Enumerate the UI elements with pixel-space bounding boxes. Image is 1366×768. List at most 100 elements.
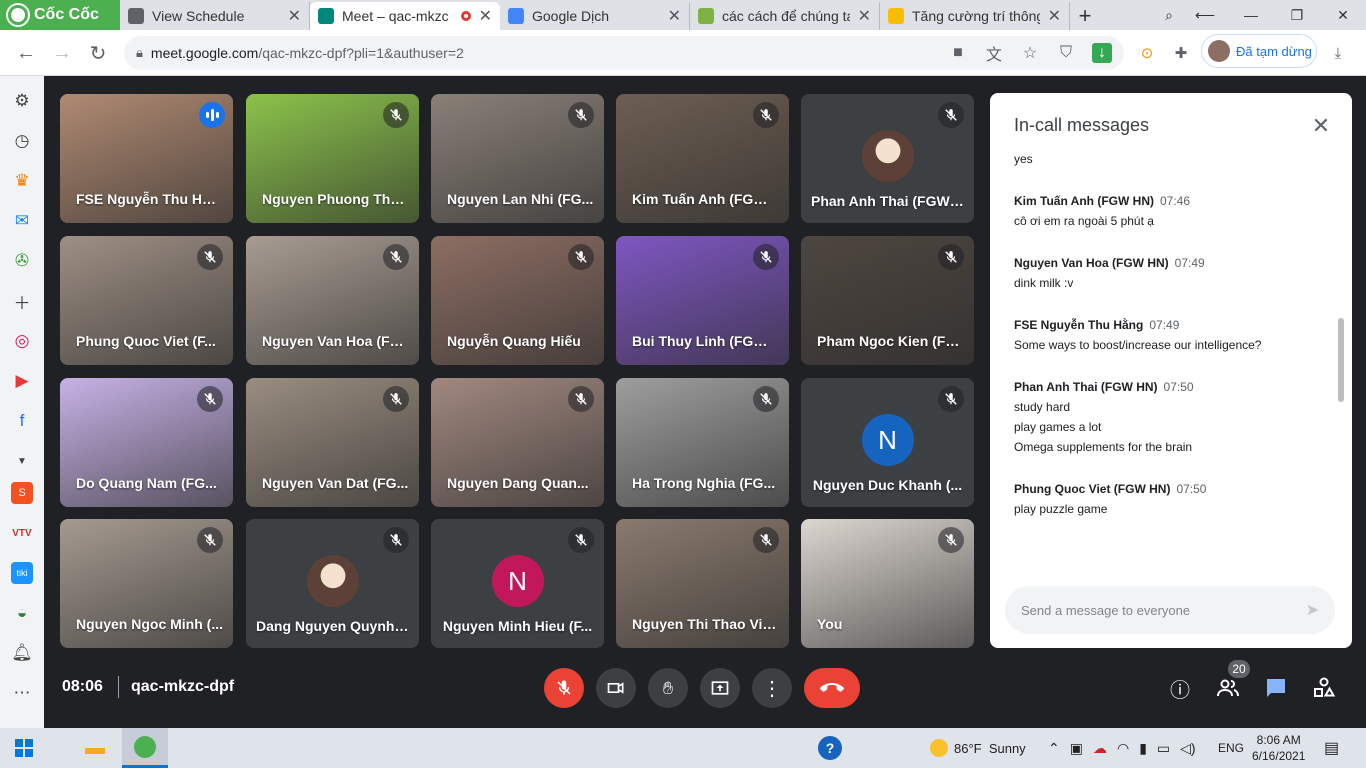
input-language[interactable]: ENG (1218, 728, 1244, 768)
downloads-icon[interactable]: ⤓ (1327, 42, 1349, 64)
participant-tile[interactable]: Bui Thuy Linh (FGW ... (616, 236, 789, 365)
back-button[interactable]: ← (12, 39, 40, 67)
browser-brand[interactable]: Cốc Cốc (0, 0, 120, 30)
close-window-button[interactable]: ✕ (1320, 0, 1366, 30)
mic-off-button[interactable] (544, 668, 584, 708)
mic-muted-icon (197, 244, 223, 270)
close-tab-icon[interactable]: ✕ (479, 6, 492, 26)
leave-call-button[interactable] (804, 668, 860, 708)
participant-tile[interactable]: Do Quang Nam (FG... (60, 378, 233, 507)
notifications-bell-icon[interactable]: 🔔︎ (11, 642, 33, 664)
participant-tile[interactable]: Kim Tuấn Anh (FGW ... (616, 94, 789, 223)
game-controller-icon[interactable]: ✇ (11, 250, 33, 272)
bookmark-star-icon[interactable]: ☆ (1020, 43, 1040, 63)
close-tab-icon[interactable]: ✕ (288, 6, 301, 26)
camera-permission-icon[interactable]: ■ (948, 43, 968, 63)
facebook-icon[interactable]: f (11, 410, 33, 432)
settings-gear-icon[interactable]: ⚙ (11, 90, 33, 112)
chat-icon[interactable] (1262, 674, 1290, 702)
browser-tab[interactable]: Google Dịch ✕ (500, 2, 690, 30)
tray-expand-icon[interactable]: ⌃ (1048, 740, 1060, 757)
message-list[interactable]: yes Kim Tuấn Anh (FGW HN) 07:46 cô ơi em ra… (1014, 153, 1322, 568)
browser-tab[interactable]: Tăng cường trí thông ✕ (880, 2, 1070, 30)
cloud-off-icon[interactable]: ☁ (1093, 740, 1107, 757)
forward-button[interactable]: → (48, 39, 76, 67)
weather-widget[interactable]: 86°F Sunny (930, 728, 1026, 768)
help-icon[interactable]: ? (818, 736, 842, 760)
participant-tile[interactable]: Nguyen Van Hoa (FG... (246, 236, 419, 365)
participant-tile[interactable]: Ha Trong Nghia (FG... (616, 378, 789, 507)
close-tab-icon[interactable]: ✕ (1048, 6, 1061, 26)
meeting-info-icon[interactable]: ⓘ (1166, 674, 1194, 702)
address-field[interactable]: 🔒︎ meet.google.com/qac-mkzc-dpf?pli=1&au… (124, 36, 1124, 70)
shopee-icon[interactable]: S (11, 482, 33, 504)
present-screen-button[interactable] (700, 668, 740, 708)
participant-tile[interactable]: Nguyễn Quang Hiếu (431, 236, 604, 365)
chat-scrollbar[interactable] (1338, 318, 1344, 402)
participant-tile[interactable]: Nguyen Van Dat (FG... (246, 378, 419, 507)
instagram-icon[interactable]: ◎ (11, 330, 33, 352)
wifi-icon[interactable]: ◠ (1117, 740, 1129, 757)
camera-button[interactable] (596, 668, 636, 708)
more-shortcuts-icon[interactable]: ▼ (11, 450, 33, 472)
reload-button[interactable]: ↻ (84, 39, 112, 67)
participant-tile[interactable]: N Nguyen Minh Hieu (F... (431, 519, 604, 648)
windows-start-icon[interactable] (10, 734, 38, 762)
extension-alert-icon[interactable]: ⊙ (1136, 42, 1158, 64)
send-icon[interactable]: ➤ (1306, 600, 1319, 620)
participant-tile[interactable]: Nguyen Thi Thao Vi (... (616, 519, 789, 648)
history-icon[interactable]: ◷ (11, 130, 33, 152)
tiki-icon[interactable]: tiki (11, 562, 33, 584)
more-menu-icon[interactable]: ⋯ (11, 682, 33, 704)
camera-tray-icon[interactable]: ▣ (1070, 740, 1083, 757)
maximize-button[interactable]: ❐ (1274, 0, 1320, 30)
messenger-icon[interactable]: ✉ (11, 210, 33, 232)
system-clock[interactable]: 8:06 AM 6/16/2021 (1252, 728, 1305, 768)
people-icon[interactable] (1214, 674, 1242, 702)
tab-label: Google Dịch (532, 8, 610, 24)
participant-tile[interactable]: You (801, 519, 974, 648)
battery-icon[interactable]: ▭ (1157, 740, 1170, 757)
participant-tile[interactable]: Pham Ngoc Kien (FG... (801, 236, 974, 365)
browser-tab[interactable]: các cách để chúng ta ✕ (690, 2, 880, 30)
participant-tile[interactable]: Dang Nguyen Quynh ... (246, 519, 419, 648)
participant-tile[interactable]: Phan Anh Thai (FGW ... (801, 94, 974, 223)
new-tab-button[interactable]: + (1070, 2, 1100, 30)
activities-icon[interactable] (1310, 674, 1338, 702)
profile-button[interactable]: Đã tạm dừng (1201, 34, 1317, 68)
extensions-puzzle-icon[interactable]: ✚ (1170, 42, 1192, 64)
participant-tile[interactable]: FSE Nguyễn Thu Hằng (60, 94, 233, 223)
action-center-icon[interactable]: ▤ (1324, 728, 1339, 768)
message-input[interactable]: Send a message to everyone ➤ (1005, 586, 1335, 634)
close-tab-icon[interactable]: ✕ (668, 6, 681, 26)
mic-muted-icon (383, 244, 409, 270)
crown-icon[interactable]: ♛ (11, 170, 33, 192)
download-extension-icon[interactable]: ↓ (1092, 43, 1112, 63)
shield-icon[interactable]: ⛉ (1056, 43, 1076, 63)
hat-icon[interactable]: ◒ (11, 602, 33, 624)
translate-page-icon[interactable]: 文 (984, 43, 1004, 64)
participant-tile[interactable]: Nguyen Dang Quan... (431, 378, 604, 507)
add-shortcut-icon[interactable]: ＋ (11, 290, 33, 313)
file-explorer-icon[interactable]: ▬ (80, 734, 110, 762)
browser-tab[interactable]: View Schedule ✕ (120, 2, 310, 30)
participant-tile[interactable]: N Nguyen Duc Khanh (... (801, 378, 974, 507)
raise-hand-button[interactable]: ✋︎ (648, 668, 688, 708)
present-icon (711, 681, 729, 695)
volume-icon[interactable]: ◁) (1180, 740, 1195, 757)
close-chat-button[interactable]: ✕ (1308, 113, 1334, 139)
youtube-icon[interactable]: ▶ (11, 370, 33, 392)
back-window-icon[interactable]: ⟵ (1182, 0, 1228, 30)
coccoc-taskbar-icon[interactable] (122, 728, 168, 768)
browser-tab[interactable]: Meet – qac-mkzc ✕ (310, 2, 500, 30)
close-tab-icon[interactable]: ✕ (858, 6, 871, 26)
profile-avatar (1208, 40, 1230, 62)
participant-tile[interactable]: Nguyen Lan Nhi (FG... (431, 94, 604, 223)
participant-tile[interactable]: Phung Quoc Viet (F... (60, 236, 233, 365)
vtv-icon[interactable]: VTV (11, 522, 33, 544)
participant-tile[interactable]: Nguyen Phuong Tha... (246, 94, 419, 223)
participant-tile[interactable]: Nguyen Ngoc Minh (... (60, 519, 233, 648)
minimize-button[interactable]: — (1228, 0, 1274, 30)
microphone-tray-icon[interactable]: ▮ (1139, 740, 1147, 757)
more-options-button[interactable]: ⋮ (752, 668, 792, 708)
